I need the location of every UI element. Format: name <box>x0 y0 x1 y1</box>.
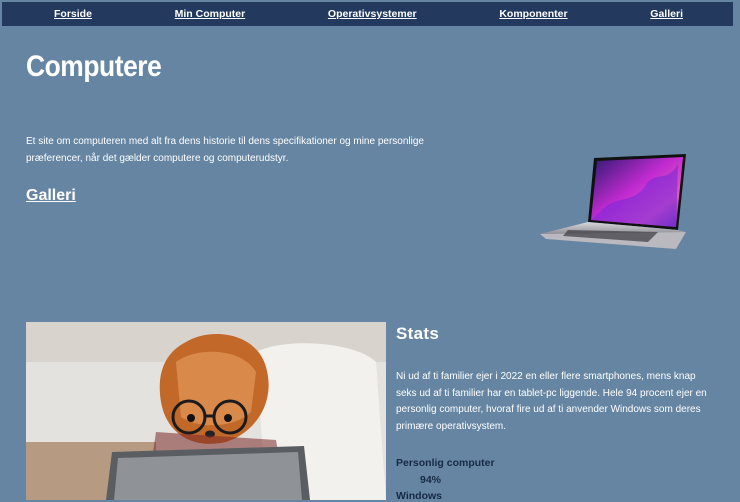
stat-value-personlig-computer: 94% <box>420 474 442 486</box>
nav-item-forside[interactable]: Forside <box>54 8 92 20</box>
stat-label-windows: Windows <box>396 490 442 502</box>
page-title: Computere <box>26 50 162 83</box>
intro-text: Et site om computeren med alt fra dens h… <box>26 136 424 164</box>
stats-text: Ni ud af ti familier ejer i 2022 en elle… <box>396 371 707 432</box>
stat-label-personlig-computer: Personlig computer <box>396 457 495 469</box>
gallery-link[interactable]: Galleri <box>26 187 76 205</box>
dog-with-glasses-using-tablet-photo <box>26 322 386 500</box>
top-navigation: Forside Min Computer Operativsystemer Ko… <box>2 2 733 26</box>
stats-title: Stats <box>396 324 440 343</box>
nav-item-min-computer[interactable]: Min Computer <box>175 8 246 20</box>
laptop-image <box>540 154 686 249</box>
nav-item-operativsystemer[interactable]: Operativsystemer <box>328 8 417 20</box>
nav-item-galleri[interactable]: Galleri <box>650 8 683 20</box>
nav-item-komponenter[interactable]: Komponenter <box>499 8 567 20</box>
